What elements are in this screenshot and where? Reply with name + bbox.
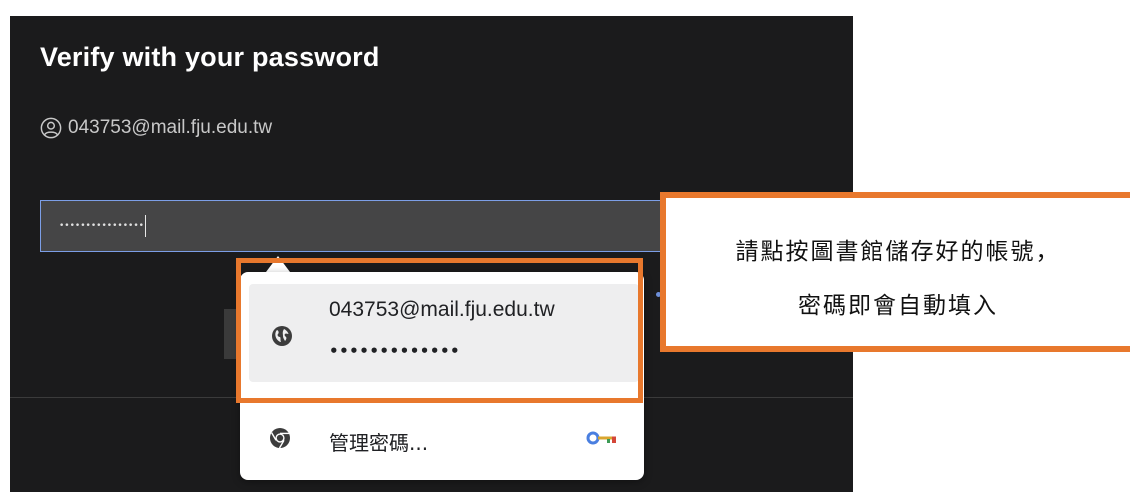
manage-passwords-label: 管理密碼... <box>329 431 429 455</box>
instruction-callout: 請點按圖書館儲存好的帳號， 密碼即會自動填入 <box>660 192 1130 352</box>
password-value: •••••••••••••••• <box>59 220 144 231</box>
callout-line-2: 密碼即會自動填入 <box>798 293 998 319</box>
account-email: 043753@mail.fju.edu.tw <box>68 117 273 138</box>
chrome-icon <box>270 428 290 449</box>
key-icon <box>586 431 616 445</box>
password-input[interactable]: •••••••••••••••• <box>40 200 680 252</box>
manage-passwords-item[interactable]: 管理密碼... <box>249 412 639 468</box>
text-caret <box>144 215 146 237</box>
dialog-title: Verify with your password <box>40 42 380 72</box>
callout-line-1: 請點按圖書館儲存好的帳號， <box>735 239 1061 265</box>
suggestion-highlight <box>236 258 643 403</box>
account-row: 043753@mail.fju.edu.tw <box>40 117 272 139</box>
user-circle-icon <box>40 117 62 139</box>
